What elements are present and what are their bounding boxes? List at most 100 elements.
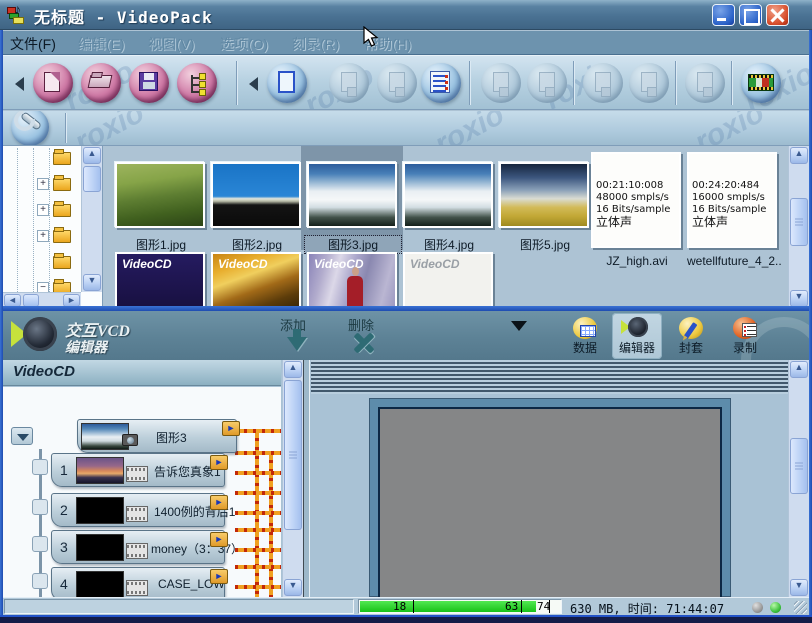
new-button[interactable]	[33, 63, 73, 103]
audio-label: JZ_high.avi	[591, 254, 683, 268]
playlist-item[interactable]: 3 money（3：37） ►	[51, 530, 225, 564]
item-number: 3	[60, 539, 68, 555]
media-browser: + + + − ▲ ▼ ◄ ► 图形1.jpg 图形2.jpg	[3, 146, 809, 308]
folder-icon[interactable]	[53, 178, 71, 191]
project-tree-button[interactable]	[177, 63, 217, 103]
thumbnail-image	[499, 162, 589, 228]
data-grid-icon	[580, 325, 596, 337]
jump-arrow-button[interactable]: ►	[210, 569, 228, 584]
dropdown-arrow-icon[interactable]	[511, 321, 527, 331]
editor-subtitle: 编辑器	[65, 337, 107, 357]
app-window: ♪ 无标题 - VideoPack 文件(F) 编辑(E) 视图(V) 选项(O…	[0, 0, 812, 623]
window-border	[0, 617, 812, 623]
tree-node	[32, 573, 48, 589]
roxio-watermark: roxio	[689, 111, 770, 146]
scroll-up-icon[interactable]: ▲	[790, 147, 808, 164]
app-icon: ♪	[6, 4, 28, 26]
scroll-up-icon[interactable]: ▲	[790, 361, 808, 378]
thumbnail-label: 图形3.jpg	[305, 236, 401, 253]
resize-grip[interactable]	[794, 601, 807, 614]
thumbnail-image	[211, 162, 301, 228]
tab-record[interactable]: 录制	[720, 313, 770, 359]
scroll-up-icon[interactable]: ▲	[83, 147, 101, 164]
page-icon	[389, 72, 405, 92]
scroll-down-icon[interactable]: ▼	[790, 290, 808, 307]
lens-icon	[11, 317, 57, 353]
editor-header: 交互VCD 编辑器 添加 删除 数据 编辑器 封套	[3, 311, 809, 360]
music-note-icon: ♪	[14, 1, 21, 17]
toolbar-separator	[675, 61, 676, 105]
folder-icon[interactable]	[53, 152, 71, 165]
folder-icon[interactable]	[53, 230, 71, 243]
tree-expand-icon[interactable]: +	[37, 230, 49, 242]
filmstrip-icon	[126, 580, 148, 596]
scroll-down-icon[interactable]: ▼	[284, 579, 302, 596]
tab-data[interactable]: 数据	[560, 313, 610, 359]
disabled-tool-button	[377, 63, 417, 103]
page-icon	[278, 71, 295, 93]
jump-arrow-button[interactable]: ►	[210, 455, 228, 470]
list-icon	[430, 71, 450, 93]
panel-splitter[interactable]	[303, 360, 310, 597]
delete-button[interactable]: 删除	[333, 315, 389, 334]
scrollbar-thumb[interactable]	[284, 380, 302, 530]
disabled-tool-button	[527, 63, 567, 103]
scrollbar-thumb[interactable]	[790, 438, 808, 494]
scrollbar-thumb[interactable]	[83, 166, 101, 192]
tab-cover[interactable]: 封套	[666, 313, 716, 359]
sequence-list-button[interactable]	[421, 63, 461, 103]
folder-icon[interactable]	[53, 204, 71, 217]
progress-marker-line	[413, 600, 414, 613]
preview-scrollbar[interactable]: ▲ ▼	[788, 360, 809, 597]
close-button[interactable]	[766, 4, 789, 26]
scroll-down-icon[interactable]: ▼	[83, 274, 101, 291]
minimize-button[interactable]	[712, 4, 735, 26]
collapse-left-icon[interactable]	[249, 77, 258, 91]
page-view-button[interactable]	[267, 63, 307, 103]
jump-arrow-button[interactable]: ►	[210, 495, 228, 510]
thumbnail-label: 图形1.jpg	[113, 236, 209, 253]
tree-expand-icon[interactable]: +	[37, 204, 49, 216]
scroll-up-icon[interactable]: ▲	[284, 361, 302, 378]
settings-button[interactable]	[11, 111, 49, 146]
tree-line	[33, 148, 34, 292]
add-button[interactable]: 添加	[265, 315, 321, 334]
save-button[interactable]	[129, 63, 169, 103]
film-export-button[interactable]	[741, 63, 781, 103]
new-document-icon	[44, 72, 60, 92]
playlist-item[interactable]: 1 告诉您真象1 ►	[51, 453, 225, 487]
jump-arrow-button[interactable]: ►	[222, 421, 240, 436]
item-label: 图形3	[156, 429, 187, 446]
folder-icon[interactable]	[53, 256, 71, 269]
tree-icon	[185, 71, 209, 95]
tree-scrollbar[interactable]: ▲ ▼	[81, 146, 102, 292]
playlist-item[interactable]: 2 1400例的背后1 ►	[51, 493, 225, 527]
paste-icon	[595, 72, 611, 92]
playlist-root-item[interactable]: 图形3 ►	[77, 419, 237, 453]
playlist-scrollbar[interactable]: ▲ ▼	[282, 360, 303, 597]
collapse-expander-button[interactable]	[11, 427, 33, 445]
progress-marker: 18	[393, 600, 406, 613]
scrollbar-thumb[interactable]	[790, 198, 808, 246]
tab-label: 封套	[666, 339, 716, 356]
status-bar: 18 63 74 630 MB, 时间: 71:44:07	[0, 597, 812, 615]
tree-node	[32, 499, 48, 515]
thumbnail-image	[115, 162, 205, 228]
audio-duration: 00:21:10:008	[596, 180, 676, 192]
folder-icon	[697, 72, 713, 92]
open-button[interactable]	[81, 63, 121, 103]
collapse-left-icon[interactable]	[15, 77, 24, 91]
playlist-item[interactable]: 4 CASE_LOW ►	[51, 567, 225, 597]
browser-scrollbar[interactable]: ▲ ▼	[788, 146, 809, 308]
maximize-button[interactable]	[739, 4, 762, 26]
tab-editor-selected[interactable]: 编辑器	[612, 313, 662, 359]
scroll-down-icon[interactable]: ▼	[790, 579, 808, 596]
camera-icon	[122, 434, 138, 446]
audio-sample-rate: 16000 smpls/s	[692, 192, 772, 204]
item-label: money（3：37）	[151, 540, 243, 557]
tree-expand-icon[interactable]: +	[37, 178, 49, 190]
preview-frame	[369, 398, 731, 597]
title-bar: ♪ 无标题 - VideoPack	[0, 0, 812, 30]
jump-arrow-button[interactable]: ►	[210, 532, 228, 547]
menu-file[interactable]: 文件(F)	[10, 34, 56, 54]
